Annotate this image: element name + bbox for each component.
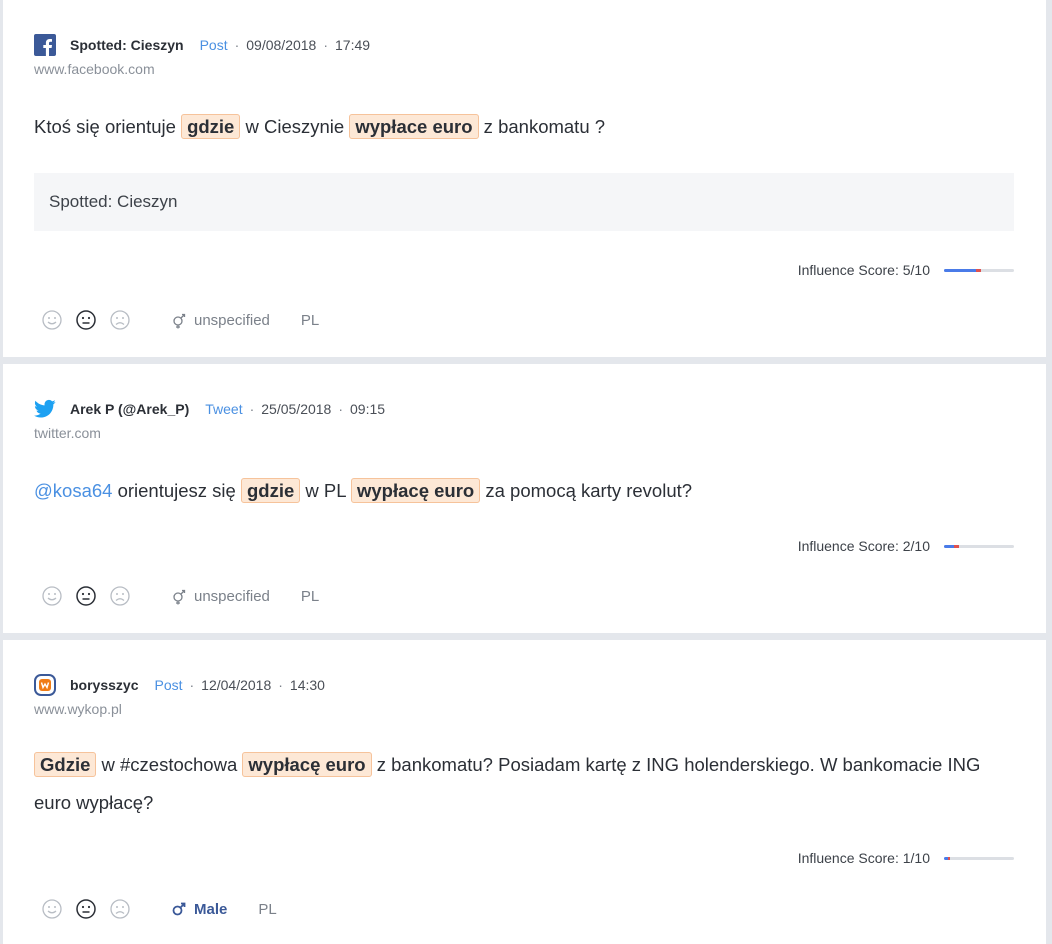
source-domain[interactable]: www.wykop.pl: [34, 701, 122, 717]
keyword-highlight: Gdzie: [34, 752, 97, 777]
gender-indicator: unspecified: [172, 587, 270, 605]
influence-score: Influence Score: 2/10: [798, 538, 1014, 554]
user-mention-link[interactable]: @kosa64: [34, 480, 112, 501]
mention-meta: Spotted: Cieszyn Post · 09/08/2018 · 17:…: [34, 34, 370, 56]
text-segment: Ktoś się orientuje: [34, 116, 182, 137]
language-label: PL: [258, 900, 277, 918]
male-icon: [172, 902, 186, 916]
gender-indicator: unspecified: [172, 311, 270, 329]
post-time: 14:30: [289, 677, 325, 693]
positive-sentiment-icon[interactable]: [42, 310, 62, 330]
post-time: 17:49: [335, 37, 371, 53]
text-segment: z bankomatu ?: [478, 116, 606, 137]
separator: ·: [189, 677, 195, 693]
influence-bar-tip: [954, 544, 959, 548]
influence-bar-fill: [944, 268, 976, 272]
separator: ·: [249, 401, 255, 417]
influence-bar-tip: [948, 856, 950, 860]
source-domain[interactable]: www.facebook.com: [34, 61, 155, 77]
keyword-highlight: wypłacę euro: [242, 752, 372, 777]
mention-card[interactable]: Spotted: Cieszyn Post · 09/08/2018 · 17:…: [3, 0, 1046, 357]
mention-card[interactable]: Arek P (@Arek_P) Tweet · 25/05/2018 · 09…: [3, 364, 1046, 633]
influence-bar: [944, 856, 1014, 860]
influence-label: Influence Score: 2/10: [797, 538, 930, 554]
positive-sentiment-icon[interactable]: [42, 899, 62, 919]
text-segment: w #czestochowa: [96, 754, 243, 775]
post-date: 09/08/2018: [246, 37, 317, 53]
separator: ·: [323, 37, 329, 53]
text-segment: w Cieszynie: [240, 116, 350, 137]
negative-sentiment-icon[interactable]: [110, 310, 130, 330]
influence-bar: [944, 268, 1014, 272]
gender-label: Male: [194, 900, 228, 918]
influence-score: Influence Score: 1/10: [798, 850, 1014, 866]
influence-label: Influence Score: 5/10: [797, 262, 930, 278]
keyword-highlight: wypłace euro: [349, 114, 479, 139]
separator: ·: [278, 677, 283, 693]
mention-text: Gdzie w #czestochowa wypłacę euro z bank…: [34, 746, 1014, 822]
mention-footer: unspecified PL: [42, 586, 319, 606]
mention-card[interactable]: borysszyc Post · 12/04/2018 · 14:30 www.…: [3, 640, 1046, 944]
post-date: 25/05/2018: [261, 401, 332, 417]
mention-meta: borysszyc Post · 12/04/2018 · 14:30: [34, 674, 325, 696]
text-segment: w PL: [300, 480, 351, 501]
post-time: 09:15: [350, 401, 386, 417]
negative-sentiment-icon[interactable]: [110, 586, 130, 606]
mention-meta: Arek P (@Arek_P) Tweet · 25/05/2018 · 09…: [34, 398, 385, 420]
author-name[interactable]: Spotted: Cieszyn: [70, 37, 184, 53]
wykop-icon: [34, 674, 56, 696]
language-label: PL: [300, 311, 320, 329]
gender-label: unspecified: [194, 587, 270, 605]
author-name[interactable]: borysszyc: [70, 677, 138, 693]
influence-bar-fill: [944, 544, 954, 548]
mention-footer: unspecified PL: [42, 310, 319, 330]
gender-indicator: Male: [172, 901, 227, 918]
language-label: PL: [300, 587, 320, 605]
post-type-link[interactable]: Post: [200, 37, 228, 53]
gender-unspecified-icon: [172, 311, 186, 329]
keyword-highlight: gdzie: [181, 114, 241, 139]
facebook-icon: [34, 34, 56, 56]
negative-sentiment-icon[interactable]: [110, 899, 130, 919]
positive-sentiment-icon[interactable]: [42, 586, 62, 606]
post-date: 12/04/2018: [201, 677, 272, 693]
gender-label: unspecified: [194, 311, 270, 329]
twitter-icon: [34, 398, 56, 420]
influence-label: Influence Score: 1/10: [797, 850, 930, 866]
quoted-source: Spotted: Cieszyn: [34, 173, 1014, 231]
neutral-sentiment-icon[interactable]: [76, 586, 96, 606]
author-name[interactable]: Arek P (@Arek_P): [70, 401, 189, 417]
neutral-sentiment-icon[interactable]: [76, 310, 96, 330]
post-type-link[interactable]: Tweet: [205, 401, 242, 417]
mention-footer: Male PL: [42, 899, 277, 919]
text-segment: za pomocą karty revolut?: [480, 480, 693, 501]
mention-text: Ktoś się orientuje gdzie w Cieszynie wyp…: [34, 108, 1014, 146]
mentions-feed: Spotted: Cieszyn Post · 09/08/2018 · 17:…: [0, 0, 1052, 944]
mention-text: @kosa64 orientujesz się gdzie w PL wypła…: [34, 472, 1014, 510]
source-domain[interactable]: twitter.com: [34, 425, 101, 441]
keyword-highlight: wypłacę euro: [351, 478, 481, 503]
separator: ·: [338, 401, 344, 417]
influence-bar: [944, 544, 1014, 548]
separator: ·: [234, 37, 240, 53]
influence-bar-tip: [976, 268, 981, 272]
text-segment: orientujesz się: [112, 480, 241, 501]
influence-score: Influence Score: 5/10: [798, 262, 1014, 278]
keyword-highlight: gdzie: [240, 478, 301, 503]
post-type-link[interactable]: Post: [154, 677, 182, 693]
neutral-sentiment-icon[interactable]: [76, 899, 96, 919]
gender-unspecified-icon: [172, 587, 186, 605]
